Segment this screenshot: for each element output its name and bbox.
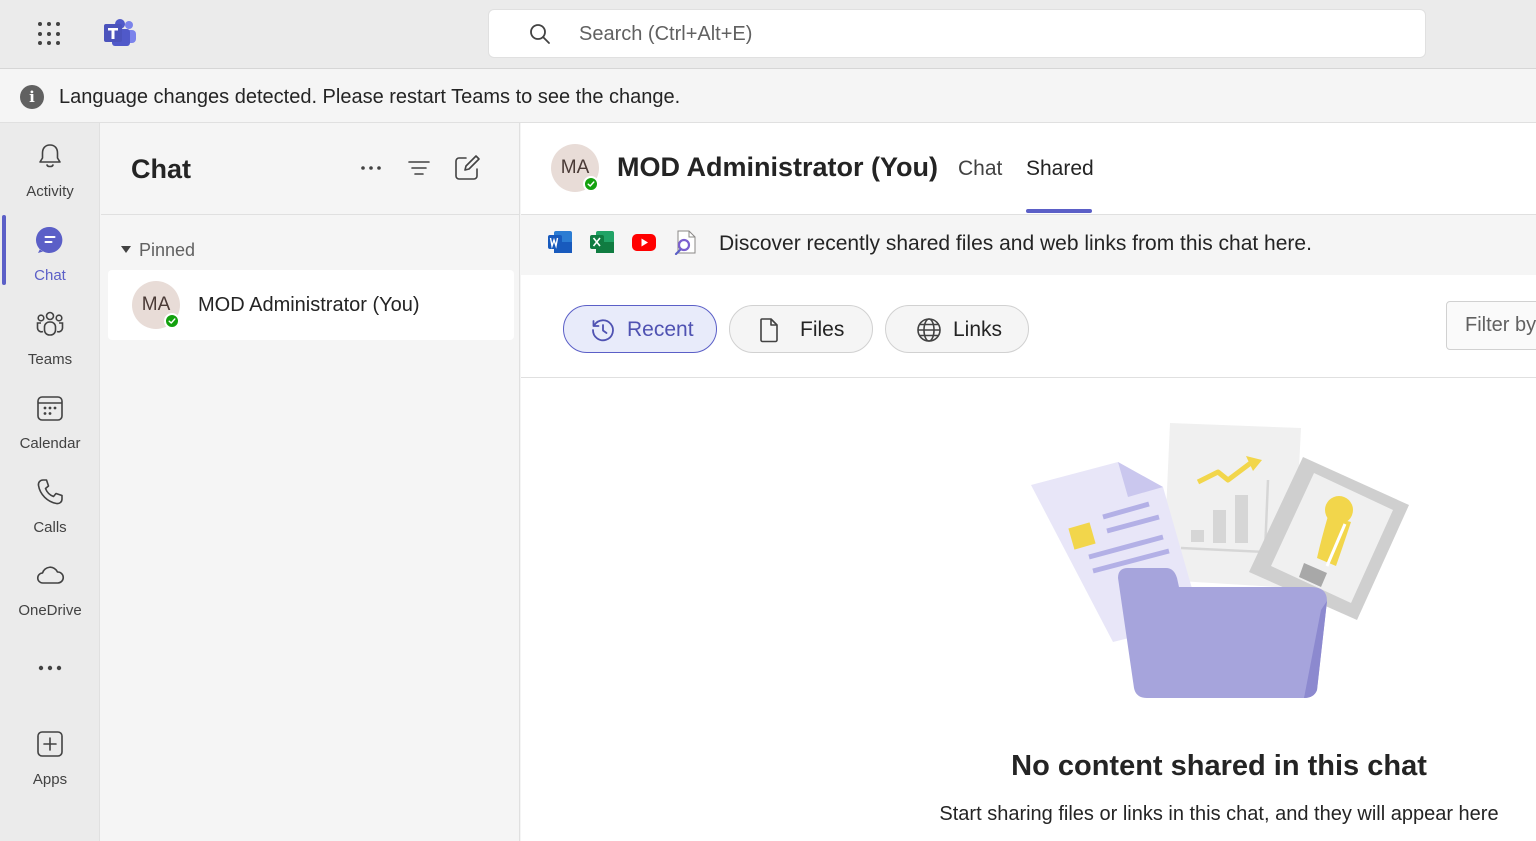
search-icon [530, 24, 550, 44]
app-launcher-icon[interactable] [38, 22, 62, 46]
rail-item-label: Calls [33, 519, 67, 536]
chat-list-item[interactable]: MA MOD Administrator (You) [108, 270, 514, 340]
filter-input[interactable]: Filter by [1446, 301, 1536, 350]
notification-banner: i Language changes detected. Please rest… [0, 70, 1536, 123]
phone-icon [37, 479, 63, 505]
add-app-icon [37, 731, 63, 757]
history-icon [592, 319, 614, 342]
word-icon [548, 231, 572, 253]
search-bar[interactable]: Search (Ctrl+Alt+E) [488, 9, 1426, 58]
chat-icon [35, 226, 63, 253]
rail-item-label: OneDrive [18, 602, 82, 619]
recent-pill-button[interactable]: Recent [563, 305, 717, 353]
tab-chat[interactable]: Chat [958, 157, 1002, 181]
more-icon [38, 665, 62, 671]
teams-logo-icon [104, 19, 136, 46]
app-rail: Activity Chat Teams Calendar Calls OneDr… [0, 123, 100, 841]
teams-icon [36, 311, 64, 336]
pill-label: Recent [627, 318, 694, 341]
rail-item-label: Teams [27, 351, 73, 368]
conversation-header: MA MOD Administrator (You) Chat Shared [521, 123, 1536, 215]
rail-item-label: Calendar [19, 435, 81, 452]
files-pill-button[interactable]: Files [729, 305, 873, 353]
rail-item-chat[interactable]: Chat [0, 213, 100, 293]
main-content: MA MOD Administrator (You) Chat Shared D… [521, 123, 1536, 841]
tab-shared[interactable]: Shared [1026, 157, 1094, 181]
bell-icon [39, 144, 61, 168]
new-chat-icon[interactable] [452, 153, 482, 183]
shared-filter-bar: Recent Files Links Filter by [521, 275, 1536, 378]
rail-item-label: Chat [34, 267, 66, 284]
links-pill-button[interactable]: Links [885, 305, 1029, 353]
rail-item-label: Apps [32, 771, 68, 788]
pinned-label: Pinned [139, 240, 196, 260]
presence-available-icon [583, 176, 599, 192]
empty-state-subtitle: Start sharing files or links in this cha… [939, 803, 1499, 825]
more-options-icon[interactable] [356, 153, 386, 183]
filter-icon[interactable] [404, 153, 434, 183]
chat-list-pane: Chat Pinned MA MOD Administrator (You) [101, 123, 520, 841]
rail-item-label: Activity [26, 183, 74, 200]
active-tab-indicator [1026, 209, 1092, 213]
calendar-icon [37, 396, 63, 421]
rail-item-more[interactable] [0, 641, 100, 691]
pill-label: Links [953, 318, 1003, 341]
conversation-title: MOD Administrator (You) [617, 152, 938, 182]
empty-state-title: No content shared in this chat [1011, 750, 1427, 782]
cloud-icon [36, 566, 65, 584]
search-input[interactable]: Search (Ctrl+Alt+E) [579, 23, 752, 46]
globe-icon [917, 318, 941, 342]
chevron-down-icon [121, 245, 131, 253]
chat-item-name: MOD Administrator (You) [198, 294, 420, 316]
excel-icon [590, 231, 614, 253]
title-bar: Search (Ctrl+Alt+E) [0, 0, 1536, 69]
banner-message: Language changes detected. Please restar… [59, 86, 681, 108]
presence-available-icon [164, 313, 180, 329]
rail-item-teams[interactable]: Teams [0, 297, 100, 377]
filter-placeholder: Filter by [1465, 314, 1536, 336]
youtube-icon [632, 234, 656, 251]
rail-item-calls[interactable]: Calls [0, 465, 100, 545]
discover-strip: Discover recently shared files and web l… [521, 215, 1536, 275]
pinned-section-header[interactable]: Pinned [121, 240, 195, 261]
rail-item-onedrive[interactable]: OneDrive [0, 548, 100, 628]
info-icon: i [20, 85, 44, 109]
chat-list-title: Chat [131, 154, 191, 184]
empty-state-illustration [1031, 423, 1409, 698]
file-icon [760, 318, 778, 343]
rail-item-activity[interactable]: Activity [0, 129, 100, 209]
rail-item-apps[interactable]: Apps [0, 717, 100, 797]
pill-label: Files [800, 318, 845, 341]
chat-list-header: Chat [101, 123, 520, 215]
discover-message: Discover recently shared files and web l… [719, 232, 1312, 255]
rail-item-calendar[interactable]: Calendar [0, 381, 100, 461]
loop-file-icon [674, 230, 696, 255]
